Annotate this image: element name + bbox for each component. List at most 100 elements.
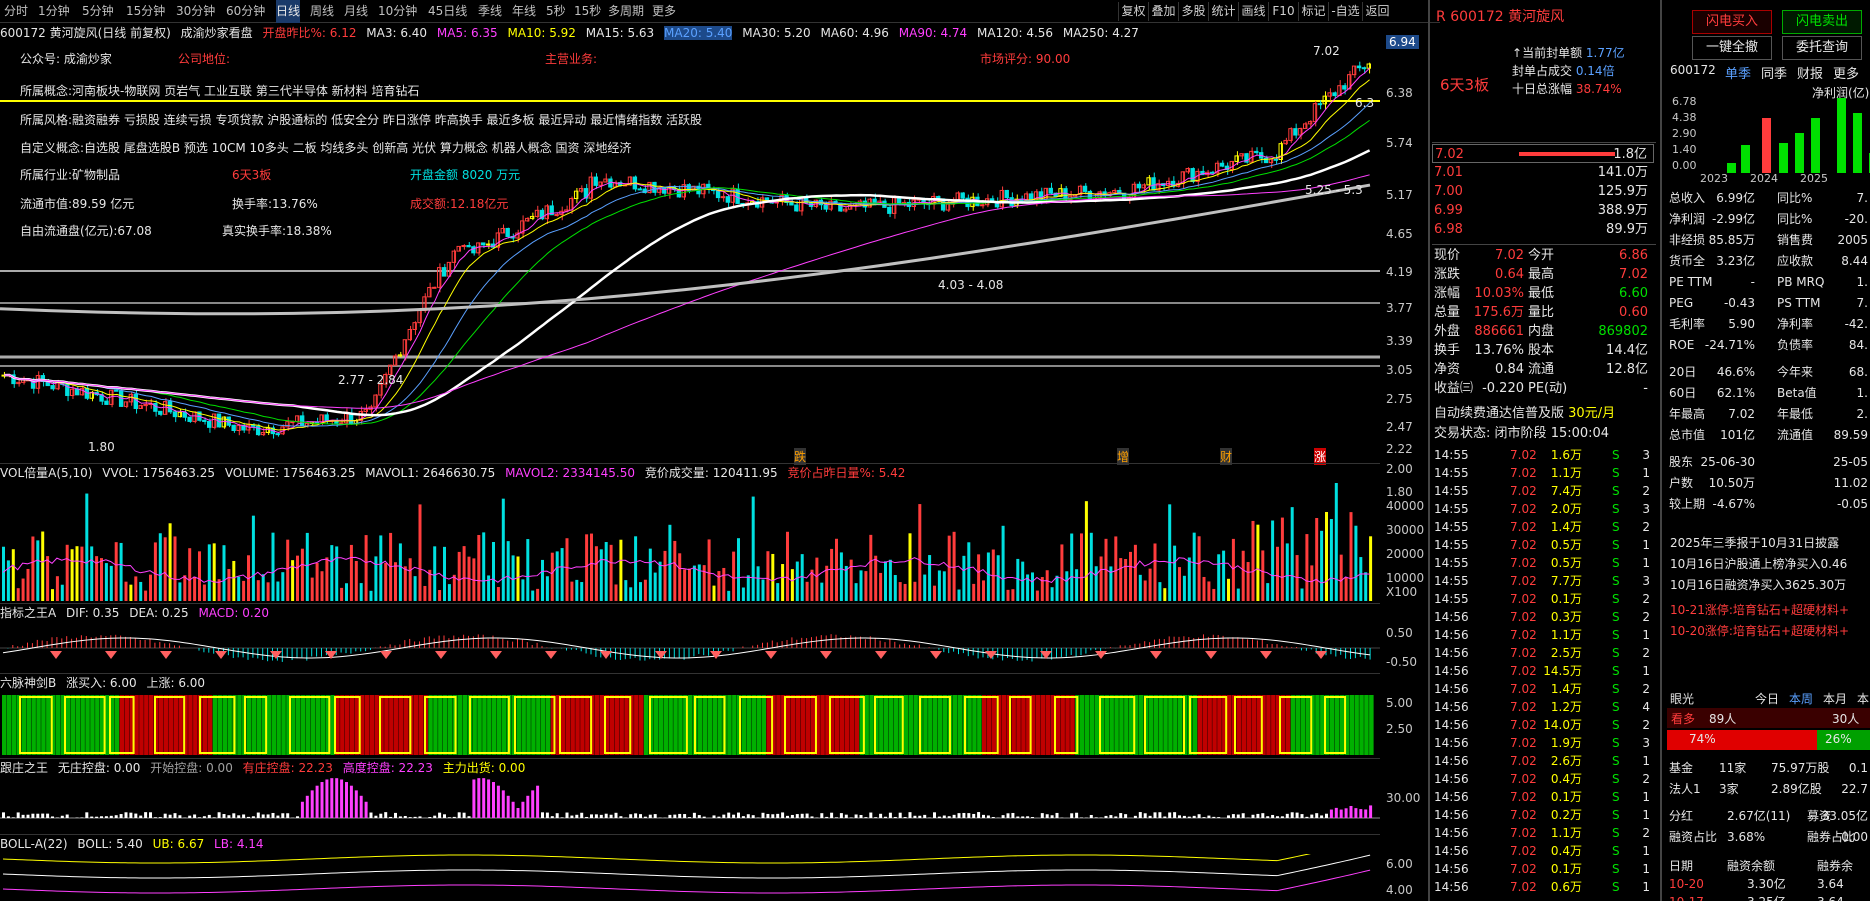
period-tab[interactable]: 60分钟 xyxy=(226,0,265,23)
stock-title[interactable]: 600172 黄河旋风(日线 前复权) xyxy=(0,26,171,40)
ma15: MA15: 5.63 xyxy=(585,26,655,40)
bid-volume: 竞价成交量: 120411.95 xyxy=(644,466,778,480)
boll-ub: UB: 6.67 xyxy=(152,837,205,851)
seal-2: 封单占成交 0.14倍 xyxy=(1512,64,1615,78)
boll-header: BOLL-A(22) BOLL: 5.40 UB: 6.67 LB: 4.14 xyxy=(0,834,1380,854)
bid-price: 7.01 xyxy=(1434,165,1463,180)
toolbar-button[interactable]: 返回 xyxy=(1362,2,1392,21)
period-tab[interactable]: 年线 xyxy=(512,0,536,23)
macd-chart[interactable] xyxy=(0,623,1380,673)
six-chart[interactable] xyxy=(0,693,1380,758)
divider xyxy=(1432,244,1656,245)
toolbar-button[interactable]: 叠加 xyxy=(1148,2,1178,21)
sub-axis-tick: 40000 xyxy=(1386,499,1425,513)
fin-row: 股东 25-06-30 25-05 xyxy=(1669,455,1868,469)
zhuang-b: 开始控盘: 0.00 xyxy=(150,761,233,775)
ma3: MA3: 6.40 xyxy=(366,26,428,40)
quote-name[interactable]: 黄河旋风 xyxy=(1508,9,1564,25)
period-tab[interactable]: 10分钟 xyxy=(378,0,417,23)
news-item[interactable]: 10-21涨停:培育钻石+超硬材料+ xyxy=(1670,601,1870,618)
kline-chart[interactable] xyxy=(0,43,1380,463)
fin-tab[interactable]: 单季 xyxy=(1725,63,1751,82)
quote-code-row: R 600172 黄河旋风 xyxy=(1436,9,1565,25)
ma60: MA60: 4.96 xyxy=(820,26,889,40)
period-tab[interactable]: 1分钟 xyxy=(38,0,70,23)
period-tab[interactable]: 多周期 xyxy=(608,0,644,23)
toolbar-button[interactable]: 标记 xyxy=(1298,2,1328,21)
bid-row[interactable]: 7.01 141.0万 xyxy=(1432,163,1654,182)
price-tick: 2.47 xyxy=(1386,420,1413,434)
fin-axis-tick: 4.38 xyxy=(1672,111,1697,124)
eye-tab[interactable]: 本月 xyxy=(1823,690,1847,707)
cancel-all-button[interactable]: 一键全撤 xyxy=(1692,36,1772,60)
toolbar-button[interactable]: -自选 xyxy=(1328,2,1362,21)
vol-title[interactable]: VOL倍量A(5,10) xyxy=(0,466,92,480)
bid-size: 388.9万 xyxy=(1597,203,1648,218)
bid-row[interactable]: 6.99 388.9万 xyxy=(1432,201,1654,220)
panel-divider xyxy=(1428,0,1430,901)
fin-row: 20日 46.6% 今年来 68. xyxy=(1669,365,1868,379)
news-item[interactable]: 10月16日沪股通上榜净买入0.46 xyxy=(1670,555,1870,572)
zhuang-title[interactable]: 跟庄之王 xyxy=(0,761,48,775)
bid-row[interactable]: 7.02 1.8亿 xyxy=(1432,144,1654,163)
macd-title[interactable]: 指标之王A xyxy=(0,606,56,620)
news-item[interactable]: 2025年三季报于10月31日披露 xyxy=(1670,534,1870,551)
toolbar-button[interactable]: 统计 xyxy=(1208,2,1238,21)
toolbar-button[interactable]: 复权 xyxy=(1118,2,1148,21)
price-tick: 6.94 xyxy=(1386,35,1419,49)
tick-row: 14:56 7.02 2.6万 S 1 xyxy=(1434,754,1650,768)
six-title[interactable]: 六脉神剑B xyxy=(0,676,56,690)
period-tab[interactable]: 5秒 xyxy=(546,0,566,23)
order-query-button[interactable]: 委托查询 xyxy=(1782,36,1862,60)
eye-tab[interactable]: 今日 xyxy=(1755,690,1779,707)
gzh: 公众号: 成渝炒家 xyxy=(20,52,112,66)
tick-row: 14:55 7.02 0.5万 S 1 xyxy=(1434,556,1650,570)
bid-row[interactable]: 6.98 89.9万 xyxy=(1432,220,1654,239)
free-float: 自由流通盘(亿元):67.08 xyxy=(20,224,152,238)
ma250: MA250: 4.27 xyxy=(1062,26,1139,40)
vvol: VVOL: 1756463.25 xyxy=(102,466,215,480)
period-tab[interactable]: 日线 xyxy=(276,0,301,23)
toolbar-button[interactable]: 多股 xyxy=(1178,2,1208,21)
period-tab[interactable]: 更多 xyxy=(652,0,676,23)
flash-buy-button[interactable]: 闪电买入 xyxy=(1692,10,1772,34)
fin-tab[interactable]: 同季 xyxy=(1761,63,1787,82)
news-item[interactable]: 10月16日融资净买入3625.30万 xyxy=(1670,576,1870,593)
period-tab[interactable]: 30分钟 xyxy=(176,0,215,23)
period-tab[interactable]: 45日线 xyxy=(428,0,467,23)
news-item[interactable]: 10-20涨停:培育钻石+超硬材料+ xyxy=(1670,622,1870,639)
bid-row[interactable]: 7.00 125.9万 xyxy=(1432,182,1654,201)
boll-chart[interactable] xyxy=(0,854,1380,901)
range-label-2: 4.03 - 4.08 xyxy=(938,278,1004,292)
fin-tab[interactable]: 财报 xyxy=(1797,63,1823,82)
period-tab[interactable]: 15分钟 xyxy=(126,0,165,23)
tick-row: 14:56 7.02 0.3万 S 2 xyxy=(1434,610,1650,624)
tick-row: 14:56 7.02 0.4万 S 1 xyxy=(1434,844,1650,858)
period-tab[interactable]: 15秒 xyxy=(574,0,601,23)
volume-chart[interactable] xyxy=(0,483,1380,603)
tick-row: 14:56 7.02 1.1万 S 2 xyxy=(1434,826,1650,840)
tick-row: 14:55 7.02 7.7万 S 3 xyxy=(1434,574,1650,588)
bear-count: 30人 xyxy=(1832,712,1860,726)
inst-row: 基金 11家 75.97万股 0.1 xyxy=(1669,761,1868,775)
period-tab[interactable]: 5分钟 xyxy=(82,0,114,23)
toolbar-button[interactable]: F10 xyxy=(1268,2,1298,21)
promo[interactable]: 自动续费通达信普及版 30元/月 xyxy=(1434,402,1615,421)
toolbar-button[interactable]: 画线 xyxy=(1238,2,1268,21)
zhuang-chart[interactable] xyxy=(0,778,1380,834)
zhuang-d: 高度控盘: 22.23 xyxy=(342,761,433,775)
tick-row: 14:55 7.02 2.0万 S 3 xyxy=(1434,502,1650,516)
zhuang-e: 主力出货: 0.00 xyxy=(442,761,526,775)
boll-title[interactable]: BOLL-A(22) xyxy=(0,837,68,851)
period-tab[interactable]: 分时 xyxy=(4,0,28,23)
flash-sell-button[interactable]: 闪电卖出 xyxy=(1782,10,1862,34)
period-tab[interactable]: 月线 xyxy=(344,0,368,23)
period-tab[interactable]: 季线 xyxy=(478,0,502,23)
tick-row: 14:56 7.02 0.1万 S 1 xyxy=(1434,862,1650,876)
eye-tab[interactable]: 本周 xyxy=(1789,690,1813,707)
period-tab[interactable]: 周线 xyxy=(310,0,334,23)
six-header: 六脉神剑B 涨买入: 6.00 上涨: 6.00 xyxy=(0,673,1380,693)
fin-tab[interactable]: 更多 xyxy=(1833,63,1859,82)
eye-tab[interactable]: 本 xyxy=(1857,690,1869,707)
template-name[interactable]: 成渝炒家看盘 xyxy=(181,26,253,40)
